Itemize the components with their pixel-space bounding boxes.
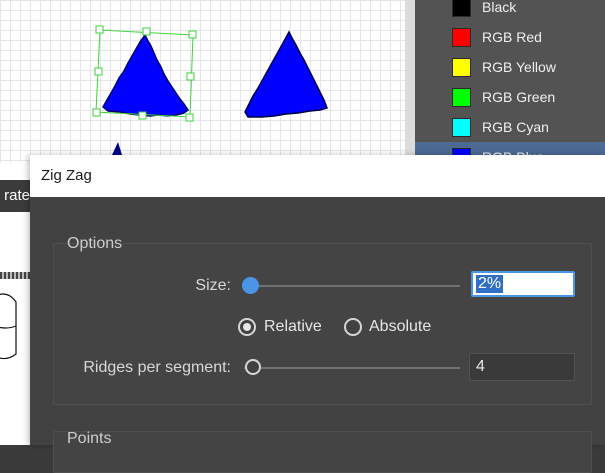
swatch-chip xyxy=(452,27,471,47)
swatch-label: Black xyxy=(482,0,517,15)
ridges-slider-track[interactable] xyxy=(244,367,460,369)
selection-handle[interactable] xyxy=(185,113,194,122)
dialog-title: Zig Zag xyxy=(41,167,92,184)
size-label: Size: xyxy=(195,277,231,294)
background-tab[interactable]: rate xyxy=(0,180,30,212)
selection-handle[interactable] xyxy=(186,72,195,81)
ridges-slider-thumb[interactable] xyxy=(245,359,261,375)
swatch-rgb-red[interactable]: RGB Red xyxy=(415,22,605,52)
swatch-label: RGB Cyan xyxy=(482,119,549,135)
selection-handle[interactable] xyxy=(138,111,147,120)
swatches-panel: Black RGB Red RGB Yellow RGB Green RGB C… xyxy=(415,0,605,172)
swatch-label: RGB Green xyxy=(482,89,556,105)
selection-handle[interactable] xyxy=(94,67,103,76)
selection-handle[interactable] xyxy=(142,27,151,36)
swatch-label: RGB Red xyxy=(482,29,542,45)
ridges-input-value: 4 xyxy=(476,358,485,375)
relative-radio[interactable] xyxy=(238,318,256,336)
relative-label[interactable]: Relative xyxy=(264,318,322,336)
ridges-label: Ridges per segment: xyxy=(83,359,231,376)
swatch-chip xyxy=(452,117,471,137)
zigzag-dialog: Zig Zag Options Size: 2% Relative Absolu… xyxy=(30,155,605,473)
swatch-chip xyxy=(452,87,471,107)
background-tab-label: rate xyxy=(4,187,30,204)
ridges-input[interactable]: 4 xyxy=(469,353,575,381)
partial-shape xyxy=(112,142,122,155)
absolute-label[interactable]: Absolute xyxy=(369,318,431,336)
background-ruler xyxy=(0,272,30,279)
selection-handle[interactable] xyxy=(188,30,197,39)
swatch-rgb-yellow[interactable]: RGB Yellow xyxy=(415,52,605,82)
size-input-value: 2% xyxy=(476,275,504,293)
swatch-black[interactable]: Black xyxy=(415,0,605,22)
zigzag-triangle-shape[interactable] xyxy=(102,33,190,117)
swatch-chip xyxy=(452,57,471,77)
points-group xyxy=(53,431,592,473)
absolute-radio[interactable] xyxy=(344,318,362,336)
dialog-titlebar[interactable]: Zig Zag xyxy=(30,155,605,197)
selection-handle[interactable] xyxy=(95,25,104,34)
swatch-rgb-green[interactable]: RGB Green xyxy=(415,82,605,112)
points-group-label: Points xyxy=(67,430,112,447)
swatch-label: RGB Yellow xyxy=(482,59,556,75)
size-slider-thumb[interactable] xyxy=(242,277,259,294)
options-group-label: Options xyxy=(67,235,123,252)
size-input[interactable]: 2% xyxy=(471,271,575,297)
swatch-chip xyxy=(452,0,471,17)
triangle-shape[interactable] xyxy=(244,30,328,118)
cylinder-icon xyxy=(0,293,17,360)
size-slider-track[interactable] xyxy=(244,285,460,287)
swatch-rgb-cyan[interactable]: RGB Cyan xyxy=(415,112,605,142)
selection-handle[interactable] xyxy=(92,108,101,117)
